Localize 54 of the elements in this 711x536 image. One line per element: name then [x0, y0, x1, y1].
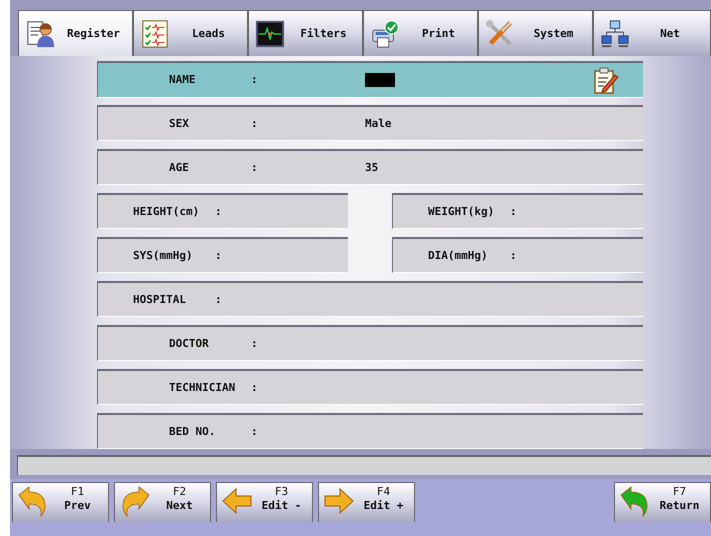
- form-field[interactable]: NAME :: [97, 61, 643, 98]
- function-key-button[interactable]: F3 Edit -: [216, 482, 313, 522]
- field-label: DOCTOR: [169, 336, 210, 350]
- tab[interactable]: Print: [363, 10, 478, 56]
- form-field[interactable]: DIA(mmHg) :: [392, 236, 643, 274]
- field-label: HEIGHT(cm): [133, 205, 200, 218]
- function-key-button[interactable]: F4 Edit +: [318, 482, 415, 522]
- field-label: AGE: [169, 161, 190, 174]
- field-value: 35: [365, 161, 378, 174]
- field-label: HOSPITAL: [133, 292, 187, 306]
- field-label: SYS(mmHg): [133, 249, 194, 262]
- separator: :: [251, 73, 259, 86]
- waveform-icon: [255, 18, 285, 48]
- form-field[interactable]: SEX : Male: [97, 104, 643, 142]
- network-icon: [600, 18, 630, 48]
- field-value: Male: [365, 117, 392, 130]
- tab[interactable]: Register: [18, 10, 133, 56]
- form-field[interactable]: DOCTOR :: [97, 324, 643, 362]
- tab[interactable]: System: [478, 10, 593, 56]
- separator: :: [251, 424, 259, 438]
- form-field[interactable]: WEIGHT(kg) :: [392, 192, 643, 230]
- form-field[interactable]: AGE : 35: [97, 148, 643, 186]
- field-label: WEIGHT(kg): [428, 205, 496, 218]
- separator: :: [215, 249, 223, 262]
- form-field[interactable]: HOSPITAL :: [97, 280, 643, 318]
- field-label: DIA(mmHg): [428, 249, 489, 262]
- function-key-button[interactable]: F7 Return: [614, 482, 711, 522]
- tab[interactable]: Leads: [133, 10, 248, 56]
- tools-icon: [485, 18, 515, 48]
- field-label: NAME: [169, 73, 196, 86]
- form-field[interactable]: TECHNICIAN :: [97, 368, 643, 406]
- field-label: TECHNICIAN: [169, 380, 236, 394]
- person-icon: [25, 18, 55, 48]
- form-field[interactable]: HEIGHT(cm) :: [97, 192, 348, 230]
- left-arrow-icon: [221, 485, 253, 517]
- field-label: BED NO.: [169, 424, 216, 438]
- separator: :: [251, 117, 259, 130]
- separator: :: [215, 205, 223, 218]
- checklist-icon: [140, 18, 170, 48]
- separator: :: [510, 249, 518, 262]
- right-arrow-icon: [323, 485, 355, 517]
- separator: :: [510, 205, 518, 218]
- separator: :: [251, 161, 259, 174]
- function-key-button[interactable]: F2 Next: [114, 482, 211, 522]
- printer-icon: [370, 18, 400, 48]
- tab[interactable]: Filters: [248, 10, 363, 56]
- form-field[interactable]: SYS(mmHg) :: [97, 236, 348, 274]
- form-field[interactable]: BED NO. :: [97, 412, 643, 450]
- separator: :: [215, 292, 223, 306]
- tab[interactable]: Net: [593, 10, 711, 56]
- field-label: SEX: [169, 117, 190, 130]
- separator: :: [251, 336, 259, 350]
- separator: :: [251, 380, 259, 394]
- function-key-button[interactable]: F1 Prev: [12, 482, 109, 522]
